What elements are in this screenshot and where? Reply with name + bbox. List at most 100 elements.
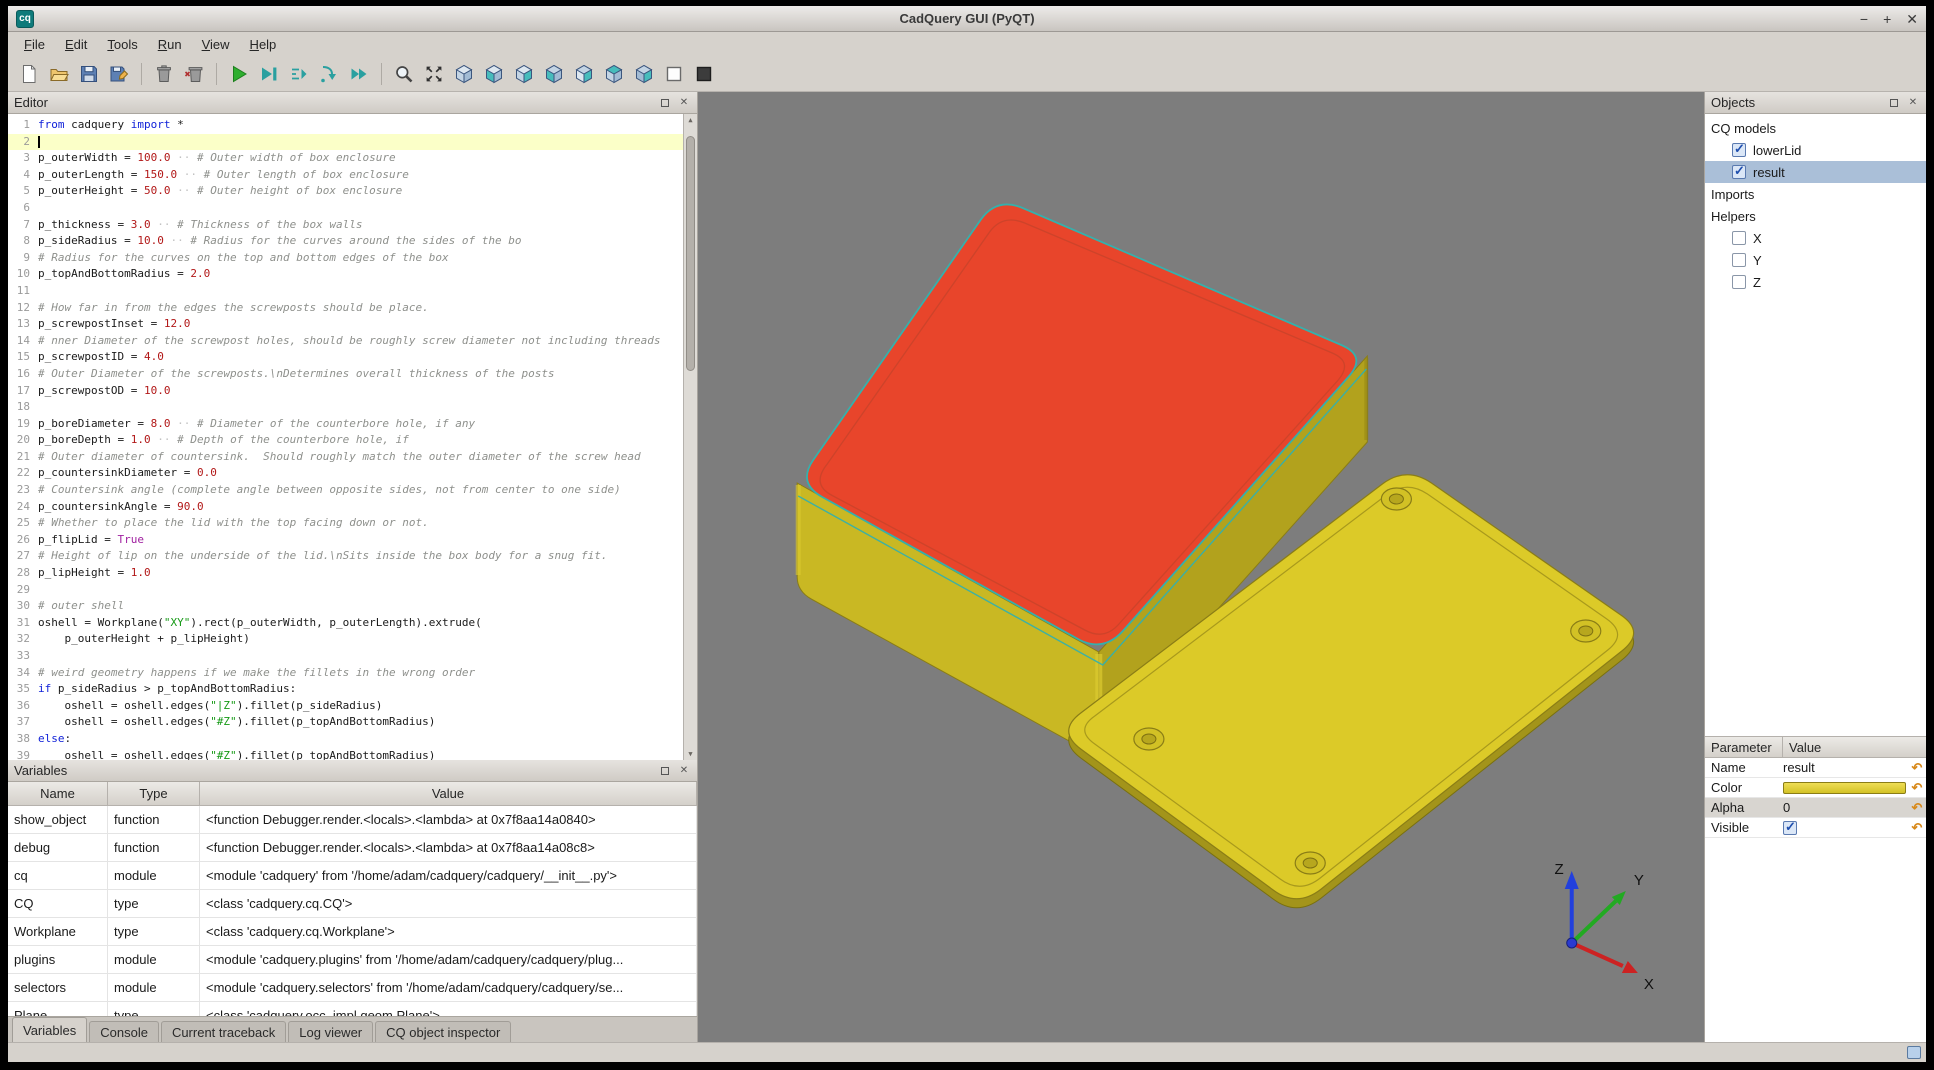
code-line[interactable]: 6 — [8, 200, 683, 217]
param-row-color[interactable]: Color↶ — [1705, 778, 1926, 798]
code-line[interactable]: 9# Radius for the curves on the top and … — [8, 250, 683, 267]
shaded-button[interactable] — [690, 60, 718, 88]
code-line[interactable]: 12# How far in from the edges the screwp… — [8, 300, 683, 317]
close-panel-icon[interactable]: ✕ — [677, 96, 691, 110]
code-line[interactable]: 1from cadquery import * — [8, 117, 683, 134]
view-front-button[interactable] — [480, 60, 508, 88]
titlebar[interactable]: cq CadQuery GUI (PyQT) − + ✕ — [8, 6, 1926, 32]
table-row[interactable]: debugfunction<function Debugger.render.<… — [8, 834, 697, 862]
code-line[interactable]: 18 — [8, 399, 683, 416]
tree-item-z[interactable]: Z — [1705, 271, 1926, 293]
code-line[interactable]: 35if p_sideRadius > p_topAndBottomRadius… — [8, 681, 683, 698]
fit-all-button[interactable] — [420, 60, 448, 88]
step-button[interactable] — [285, 60, 313, 88]
table-row[interactable]: CQtype<class 'cadquery.cq.CQ'> — [8, 890, 697, 918]
code-line[interactable]: 20p_boreDepth = 1.0 ·· # Depth of the co… — [8, 432, 683, 449]
code-line[interactable]: 37 oshell = oshell.edges("#Z").fillet(p_… — [8, 714, 683, 731]
checkbox[interactable] — [1783, 821, 1797, 835]
code-line[interactable]: 22p_countersinkDiameter = 0.0 — [8, 465, 683, 482]
status-indicator-icon[interactable] — [1907, 1046, 1921, 1059]
code-line[interactable]: 3p_outerWidth = 100.0 ·· # Outer width o… — [8, 150, 683, 167]
float-panel-icon[interactable] — [658, 96, 672, 110]
code-line[interactable]: 29 — [8, 582, 683, 599]
column-header-value[interactable]: Value — [1783, 737, 1827, 757]
code-line[interactable]: 39 oshell = oshell.edges("#Z").fillet(p_… — [8, 748, 683, 760]
code-line[interactable]: 4p_outerLength = 150.0 ·· # Outer length… — [8, 167, 683, 184]
tree-item-result[interactable]: result — [1705, 161, 1926, 183]
param-row-name[interactable]: Nameresult↶ — [1705, 758, 1926, 778]
table-row[interactable]: show_objectfunction<function Debugger.re… — [8, 806, 697, 834]
scrollbar-down-icon[interactable]: ▼ — [684, 748, 697, 760]
continue-button[interactable] — [345, 60, 373, 88]
code-line[interactable]: 36 oshell = oshell.edges("|Z").fillet(p_… — [8, 698, 683, 715]
wireframe-button[interactable] — [660, 60, 688, 88]
view-iso-button[interactable] — [450, 60, 478, 88]
menu-edit[interactable]: Edit — [55, 34, 97, 55]
viewport-3d[interactable]: Z Y X — [698, 92, 1704, 1042]
new-file-button[interactable] — [15, 60, 43, 88]
color-swatch[interactable] — [1783, 782, 1906, 794]
editor-scrollbar[interactable]: ▲ ▼ — [683, 114, 697, 760]
code-line[interactable]: 13p_screwpostInset = 12.0 — [8, 316, 683, 333]
column-header-name[interactable]: Name — [8, 782, 108, 805]
code-line[interactable]: 17p_screwpostOD = 10.0 — [8, 383, 683, 400]
open-file-button[interactable] — [45, 60, 73, 88]
code-line[interactable]: 27# Height of lip on the underside of th… — [8, 548, 683, 565]
code-line[interactable]: 23# Countersink angle (complete angle be… — [8, 482, 683, 499]
column-header-value[interactable]: Value — [200, 782, 697, 805]
code-line[interactable]: 25# Whether to place the lid with the to… — [8, 515, 683, 532]
menu-tools[interactable]: Tools — [97, 34, 147, 55]
tree-item-imports[interactable]: Imports — [1705, 183, 1926, 205]
code-line[interactable]: 16# Outer Diameter of the screwposts.\nD… — [8, 366, 683, 383]
code-line[interactable]: 21# Outer diameter of countersink. Shoul… — [8, 449, 683, 466]
table-row[interactable]: Workplanetype<class 'cadquery.cq.Workpla… — [8, 918, 697, 946]
view-bottom-button[interactable] — [630, 60, 658, 88]
view-right-button[interactable] — [570, 60, 598, 88]
reset-icon[interactable]: ↶ — [1908, 820, 1926, 836]
code-line[interactable]: 26p_flipLid = True — [8, 532, 683, 549]
menu-run[interactable]: Run — [148, 34, 192, 55]
code-line[interactable]: 33 — [8, 648, 683, 665]
close-panel-icon[interactable]: ✕ — [1906, 96, 1920, 110]
save-as-button[interactable] — [105, 60, 133, 88]
close-panel-icon[interactable]: ✕ — [677, 764, 691, 778]
tab-cq-object-inspector[interactable]: CQ object inspector — [375, 1021, 511, 1042]
render-button[interactable] — [225, 60, 253, 88]
reset-icon[interactable]: ↶ — [1908, 780, 1926, 796]
reset-icon[interactable]: ↶ — [1908, 760, 1926, 776]
param-row-alpha[interactable]: Alpha0↶ — [1705, 798, 1926, 818]
code-line[interactable]: 10p_topAndBottomRadius = 2.0 — [8, 266, 683, 283]
maximize-button[interactable]: + — [1883, 12, 1891, 26]
tab-current-traceback[interactable]: Current traceback — [161, 1021, 286, 1042]
code-editor[interactable]: 1from cadquery import *23p_outerWidth = … — [8, 114, 697, 760]
minimize-button[interactable]: − — [1860, 12, 1868, 26]
param-row-visible[interactable]: Visible↶ — [1705, 818, 1926, 838]
step-in-button[interactable] — [315, 60, 343, 88]
code-line[interactable]: 38else: — [8, 731, 683, 748]
reset-icon[interactable]: ↶ — [1908, 800, 1926, 816]
tab-console[interactable]: Console — [89, 1021, 159, 1042]
code-line[interactable]: 15p_screwpostID = 4.0 — [8, 349, 683, 366]
tree-item-y[interactable]: Y — [1705, 249, 1926, 271]
zoom-button[interactable] — [390, 60, 418, 88]
code-line[interactable]: 30# outer shell — [8, 598, 683, 615]
code-line[interactable]: 8p_sideRadius = 10.0 ·· # Radius for the… — [8, 233, 683, 250]
checkbox[interactable] — [1732, 165, 1746, 179]
delete-all-button[interactable] — [180, 60, 208, 88]
tab-log-viewer[interactable]: Log viewer — [288, 1021, 373, 1042]
tab-variables[interactable]: Variables — [12, 1017, 87, 1042]
code-line[interactable]: 24p_countersinkAngle = 90.0 — [8, 499, 683, 516]
tree-item-x[interactable]: X — [1705, 227, 1926, 249]
code-line[interactable]: 31oshell = Workplane("XY").rect(p_outerW… — [8, 615, 683, 632]
menu-file[interactable]: File — [14, 34, 55, 55]
column-header-parameter[interactable]: Parameter — [1705, 737, 1783, 757]
code-line[interactable]: 5p_outerHeight = 50.0 ·· # Outer height … — [8, 183, 683, 200]
menu-view[interactable]: View — [192, 34, 240, 55]
checkbox[interactable] — [1732, 275, 1746, 289]
column-header-type[interactable]: Type — [108, 782, 200, 805]
tree-item-cq-models[interactable]: CQ models — [1705, 117, 1926, 139]
checkbox[interactable] — [1732, 253, 1746, 267]
table-row[interactable]: selectorsmodule<module 'cadquery.selecto… — [8, 974, 697, 1002]
table-row[interactable]: cqmodule<module 'cadquery' from '/home/a… — [8, 862, 697, 890]
checkbox[interactable] — [1732, 143, 1746, 157]
